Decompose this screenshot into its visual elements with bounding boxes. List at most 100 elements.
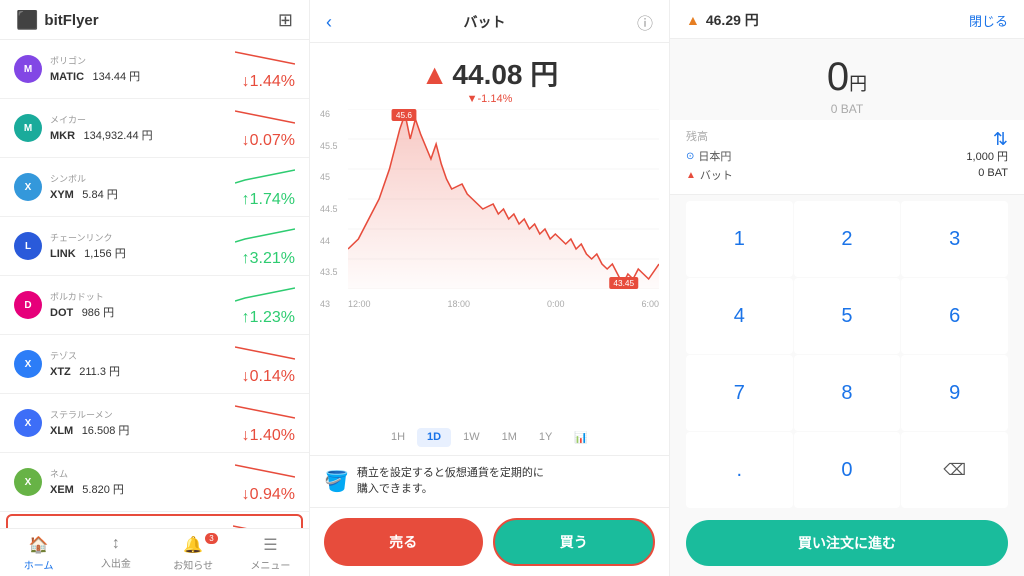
time-tab-1D[interactable]: 1D xyxy=(417,428,451,447)
y-label: 44.5 xyxy=(320,204,348,214)
coin-item-xlm[interactable]: X ステラルーメン XLM 16.508 円 ↓1.40% xyxy=(0,394,309,453)
footer-item-入出金[interactable]: ↕ 入出金 xyxy=(77,535,154,572)
coin-info: テゾス XTZ 211.3 円 xyxy=(50,349,235,380)
bitflyer-logo-icon: ⬛ xyxy=(16,10,38,31)
price-chart: 45.6 43.45 xyxy=(348,109,659,289)
coin-change: ↓1.19% xyxy=(233,521,293,528)
chart-area: 4645.54544.54443.543 xyxy=(310,109,669,420)
balance-bat-val: 0 BAT xyxy=(978,167,1008,183)
mini-chart xyxy=(235,283,295,307)
numpad: 123 456 789.0⌫ xyxy=(670,195,1024,514)
time-tab-1W[interactable]: 1W xyxy=(453,428,490,447)
coin-icon: L xyxy=(14,232,42,260)
mini-chart xyxy=(235,165,295,189)
coin-name-jp: テゾス xyxy=(50,349,235,362)
footer-label: お知らせ xyxy=(173,557,213,572)
coin-icon: M xyxy=(14,55,42,83)
delete-key[interactable]: ⌫ xyxy=(901,432,1008,508)
close-button[interactable]: 閉じる xyxy=(969,11,1008,30)
banner-text: 積立を設定すると仮想通貨を定期的に購入できます。 xyxy=(357,466,544,497)
left-footer: 🏠 ホーム ↕ 入出金 3 🔔 お知らせ ☰ メニュー xyxy=(0,528,309,576)
amount-display: 0円 ⇅ 0 BAT xyxy=(670,39,1024,120)
num-key-0[interactable]: 0 xyxy=(794,432,901,508)
mini-chart xyxy=(235,342,295,366)
coin-item-matic[interactable]: M ポリゴン MATIC 134.44 円 ↓1.44% xyxy=(0,40,309,99)
coin-change: ↑1.74% xyxy=(235,165,295,209)
coin-ticker-price: XEM 5.820 円 xyxy=(50,480,235,498)
coin-item-xem[interactable]: X ネム XEM 5.820 円 ↓0.94% xyxy=(0,453,309,512)
right-panel: ▲ 46.29 円 閉じる 0円 ⇅ 0 BAT 残高 ⊙ 日本円 1,000 … xyxy=(670,0,1024,576)
num-key-2[interactable]: 2 xyxy=(794,201,901,277)
num-key-9[interactable]: 9 xyxy=(901,355,1008,431)
footer-label: 入出金 xyxy=(101,555,131,570)
qr-icon[interactable]: ⊞ xyxy=(278,10,293,31)
coin-ticker-price: XLM 16.508 円 xyxy=(50,421,235,439)
y-label: 43.5 xyxy=(320,267,348,277)
alert-icon: ▲ xyxy=(686,12,700,28)
sell-button[interactable]: 売る xyxy=(324,518,483,566)
buy-button[interactable]: 買う xyxy=(493,518,656,566)
num-key-6[interactable]: 6 xyxy=(901,278,1008,354)
num-key-7[interactable]: 7 xyxy=(686,355,793,431)
coin-item-bat[interactable]: B バット BAT 44.06 円 ↓1.19% xyxy=(6,514,303,528)
num-key-1[interactable]: 1 xyxy=(686,201,793,277)
coin-icon: X xyxy=(14,350,42,378)
coin-icon: X xyxy=(14,468,42,496)
balance-title: 残高 xyxy=(686,128,1008,144)
coin-change-val: ↑1.23% xyxy=(242,309,295,327)
coin-item-link[interactable]: L チェーンリンク LINK 1,156 円 ↑3.21% xyxy=(0,217,309,276)
order-button[interactable]: 買い注文に進む xyxy=(686,520,1008,566)
num-key-8[interactable]: 8 xyxy=(794,355,901,431)
balance-jpy-label: ⊙ 日本円 xyxy=(686,148,731,164)
coin-change: ↓0.94% xyxy=(235,460,295,504)
x-label: 0:00 xyxy=(547,299,565,309)
footer-item-メニュー[interactable]: ☰ メニュー xyxy=(232,535,309,572)
back-button[interactable]: ‹ xyxy=(326,12,332,33)
coin-ticker-price: MATIC 134.44 円 xyxy=(50,67,235,85)
num-key-5[interactable]: 5 xyxy=(794,278,901,354)
y-label: 45.5 xyxy=(320,141,348,151)
sort-icon[interactable]: ⇅ xyxy=(993,129,1008,150)
x-label: 18:00 xyxy=(447,299,470,309)
decimal-key[interactable]: . xyxy=(686,432,793,508)
coin-ticker-price: MKR 134,932.44 円 xyxy=(50,126,235,144)
time-tab-[interactable]: 📊 xyxy=(564,428,598,447)
coin-change-val: ↓1.44% xyxy=(242,73,295,91)
num-key-3[interactable]: 3 xyxy=(901,201,1008,277)
coin-item-xym[interactable]: X シンボル XYM 5.84 円 ↑1.74% xyxy=(0,158,309,217)
time-tab-1H[interactable]: 1H xyxy=(381,428,415,447)
time-tab-1M[interactable]: 1M xyxy=(492,428,527,447)
alert-price: 46.29 円 xyxy=(706,10,759,30)
coin-change-val: ↓0.14% xyxy=(242,368,295,386)
footer-item-お知らせ[interactable]: 3 🔔 お知らせ xyxy=(155,535,232,572)
footer-item-ホーム[interactable]: 🏠 ホーム xyxy=(0,535,77,572)
coin-info: ポリゴン MATIC 134.44 円 xyxy=(50,54,235,85)
coin-item-dot[interactable]: D ポルカドット DOT 986 円 ↑1.23% xyxy=(0,276,309,335)
coin-change: ↓0.14% xyxy=(235,342,295,386)
coin-icon: D xyxy=(14,291,42,319)
footer-label: ホーム xyxy=(24,557,54,572)
middle-panel: ‹ バット ⓘ ▲44.08 円 ▼-1.14% 4645.54544.5444… xyxy=(310,0,670,576)
mini-chart xyxy=(235,106,295,130)
y-label: 45 xyxy=(320,172,348,182)
info-banner: 🪣 積立を設定すると仮想通貨を定期的に購入できます。 xyxy=(310,456,669,508)
x-label: 6:00 xyxy=(641,299,659,309)
coin-change: ↓1.44% xyxy=(235,47,295,91)
coin-item-mkr[interactable]: M メイカー MKR 134,932.44 円 ↓0.07% xyxy=(0,99,309,158)
y-label: 46 xyxy=(320,109,348,119)
num-key-4[interactable]: 4 xyxy=(686,278,793,354)
time-tab-1Y[interactable]: 1Y xyxy=(529,428,562,447)
amount-value: 0 xyxy=(827,55,849,99)
coin-item-xtz[interactable]: X テゾス XTZ 211.3 円 ↓0.14% xyxy=(0,335,309,394)
coin-name-jp: ポルカドット xyxy=(50,290,235,303)
coin-change-val: ↓0.94% xyxy=(242,486,295,504)
coin-info: ネム XEM 5.820 円 xyxy=(50,467,235,498)
logo-area: ⬛ bitFlyer xyxy=(16,10,99,31)
mini-chart xyxy=(233,521,293,528)
footer-icon: 🏠 xyxy=(29,535,49,555)
svg-text:45.6: 45.6 xyxy=(396,111,413,120)
info-button[interactable]: ⓘ xyxy=(637,10,653,34)
coin-icon: X xyxy=(14,173,42,201)
footer-icon: ☰ xyxy=(263,535,277,555)
balance-jpy-row: ⊙ 日本円 1,000 円 xyxy=(686,148,1008,164)
